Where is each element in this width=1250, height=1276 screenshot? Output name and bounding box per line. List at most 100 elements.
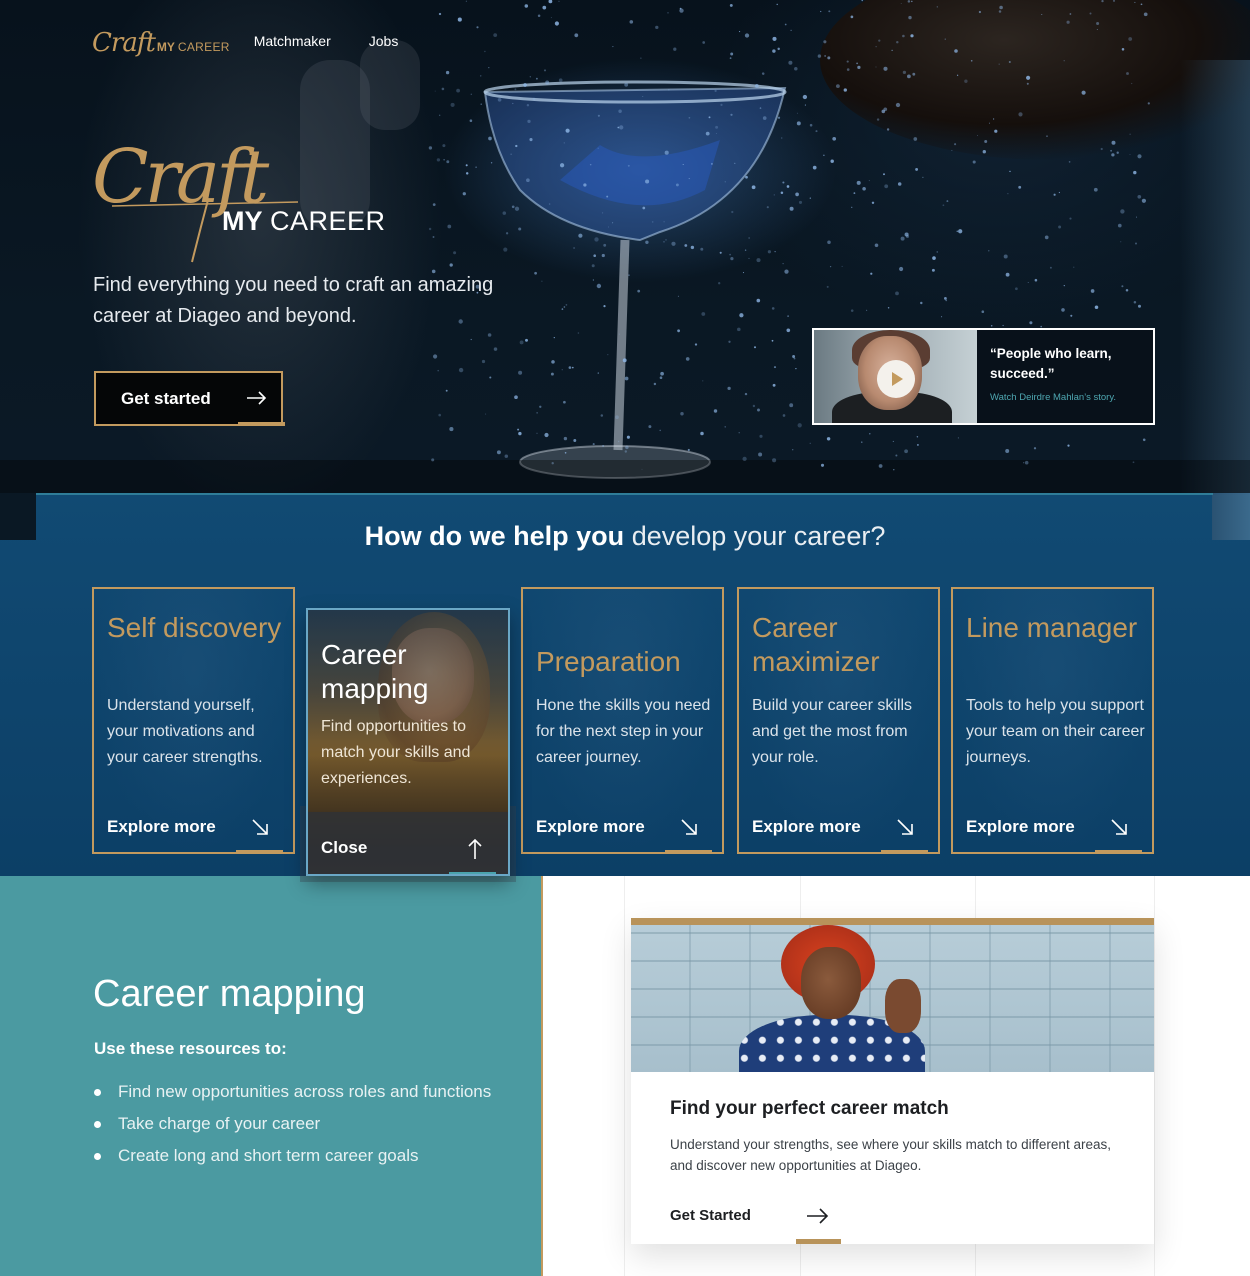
arrow-down-right-icon bbox=[252, 819, 268, 835]
sparkle-dot bbox=[617, 440, 620, 443]
sparkle-dot bbox=[912, 72, 916, 76]
sparkle-dot bbox=[651, 221, 654, 223]
sparkle-dot bbox=[700, 431, 704, 436]
hero-section: Craft MY CAREER Matchmaker Jobs Craft MY… bbox=[0, 0, 1250, 540]
sparkle-dot bbox=[441, 87, 445, 91]
sparkle-dot bbox=[702, 380, 704, 382]
sparkle-dot bbox=[480, 103, 482, 105]
card-description: Tools to help you support your team on t… bbox=[966, 697, 1145, 766]
sparkle-dot bbox=[999, 5, 1003, 10]
explore-more-link[interactable]: Explore more bbox=[966, 817, 1075, 837]
sparkle-dot bbox=[514, 88, 517, 91]
sparkle-dot bbox=[571, 366, 574, 369]
card-title: Career maximizer bbox=[752, 612, 880, 677]
card-preparation[interactable]: Preparation Hone the skills you need for… bbox=[521, 587, 724, 854]
sparkle-dot bbox=[600, 414, 604, 417]
sparkle-dot bbox=[988, 122, 991, 124]
sparkle-dot bbox=[456, 88, 460, 93]
get-started-button[interactable]: Get started bbox=[94, 371, 285, 426]
sparkle-dot bbox=[972, 160, 976, 164]
explore-more-link[interactable]: Explore more bbox=[752, 817, 861, 837]
sparkle-dot bbox=[1132, 461, 1135, 464]
nav-logo[interactable]: Craft MY CAREER bbox=[92, 16, 230, 56]
hero-logo-my: MY bbox=[222, 206, 263, 236]
explore-more-link[interactable]: Explore more bbox=[536, 817, 645, 837]
sparkle-dot bbox=[916, 436, 919, 438]
sparkle-dot bbox=[603, 243, 607, 247]
sparkle-dot bbox=[774, 250, 776, 253]
sparkle-dot bbox=[563, 400, 566, 404]
video-story-card[interactable]: “People who learn, succeed.” Watch Deird… bbox=[812, 328, 1155, 425]
sparkle-dot bbox=[640, 57, 642, 59]
play-button[interactable] bbox=[877, 360, 915, 398]
video-story-link[interactable]: Watch Deirdre Mahlan’s story. bbox=[990, 392, 1140, 403]
sparkle-dot bbox=[982, 150, 986, 154]
logo-my-text: MY bbox=[156, 40, 175, 54]
sparkle-dot bbox=[1081, 90, 1086, 95]
sparkle-dot bbox=[523, 83, 527, 87]
card-title: Career mapping bbox=[321, 639, 429, 704]
card-career-maximizer[interactable]: Career maximizer Build your career skill… bbox=[737, 587, 940, 854]
sparkle-dot bbox=[946, 200, 949, 203]
sparkle-dot bbox=[900, 236, 905, 241]
sparkle-dot bbox=[896, 40, 899, 44]
sparkle-dot bbox=[977, 135, 978, 137]
sparkle-dot bbox=[866, 309, 868, 311]
sparkle-dot bbox=[895, 291, 899, 296]
close-button[interactable]: Close bbox=[321, 838, 367, 858]
sparkle-dot bbox=[1005, 272, 1010, 277]
sparkle-dot bbox=[754, 83, 759, 88]
sparkle-dot bbox=[559, 163, 565, 168]
sparkle-dot bbox=[449, 263, 453, 267]
card-career-mapping[interactable]: Career mapping Find opportunities to mat… bbox=[306, 608, 510, 876]
nav-link-matchmaker[interactable]: Matchmaker bbox=[254, 33, 331, 49]
sparkle-dot bbox=[512, 102, 514, 105]
nav-link-jobs[interactable]: Jobs bbox=[369, 33, 399, 49]
career-mapping-subtitle: Use these resources to: bbox=[94, 1039, 287, 1058]
sparkle-dot bbox=[1135, 216, 1137, 218]
sparkle-dot bbox=[453, 251, 457, 255]
explore-more-link[interactable]: Explore more bbox=[107, 817, 216, 837]
sparkle-dot bbox=[981, 310, 985, 314]
sparkle-dot bbox=[1140, 3, 1143, 6]
card-line-manager[interactable]: Line manager Tools to help you support y… bbox=[951, 587, 1154, 854]
sparkle-dot bbox=[700, 247, 704, 251]
sparkle-dot bbox=[1070, 314, 1073, 317]
sparkle-dot bbox=[762, 116, 767, 120]
sparkle-dot bbox=[551, 360, 555, 364]
sparkle-dot bbox=[777, 47, 780, 51]
sparkle-dot bbox=[936, 251, 938, 253]
sparkle-dot bbox=[439, 114, 441, 116]
career-match-description: Understand your strengths, see where you… bbox=[670, 1137, 1111, 1173]
card-self-discovery[interactable]: Self discovery Understand yourself, your… bbox=[92, 587, 295, 854]
sparkle-dot bbox=[529, 138, 533, 142]
card-gold-top-bar bbox=[631, 918, 1154, 925]
sparkle-dot bbox=[994, 129, 998, 133]
sparkle-dot bbox=[1133, 170, 1137, 175]
sparkle-dot bbox=[883, 107, 888, 112]
card-description: Hone the skills you need for the next st… bbox=[536, 697, 711, 766]
sparkle-dot bbox=[1044, 235, 1049, 240]
sparkle-dot bbox=[433, 354, 438, 359]
list-item: Find new opportunities across roles and … bbox=[94, 1076, 491, 1108]
career-mapping-list: Find new opportunities across roles and … bbox=[94, 1076, 491, 1172]
sparkle-dot bbox=[846, 60, 849, 63]
sparkle-dot bbox=[612, 46, 614, 48]
sparkle-dot bbox=[908, 15, 912, 20]
sparkle-dot bbox=[526, 103, 530, 107]
sparkle-dot bbox=[445, 389, 448, 392]
sparkle-dot bbox=[618, 333, 620, 335]
sparkle-dot bbox=[1090, 289, 1095, 293]
sparkle-dot bbox=[591, 264, 595, 268]
sparkle-dot bbox=[603, 305, 606, 308]
sparkle-dot bbox=[504, 454, 509, 458]
sparkle-dot bbox=[789, 403, 794, 408]
sparkle-dot bbox=[536, 77, 538, 80]
sparkle-dot bbox=[742, 456, 747, 462]
sparkle-dot bbox=[761, 72, 765, 75]
sparkle-dot bbox=[904, 449, 908, 454]
sparkle-dot bbox=[748, 257, 750, 259]
sparkle-dot bbox=[964, 79, 968, 83]
sparkle-dot bbox=[954, 49, 958, 53]
career-match-get-started-link[interactable]: Get Started bbox=[670, 1207, 751, 1224]
